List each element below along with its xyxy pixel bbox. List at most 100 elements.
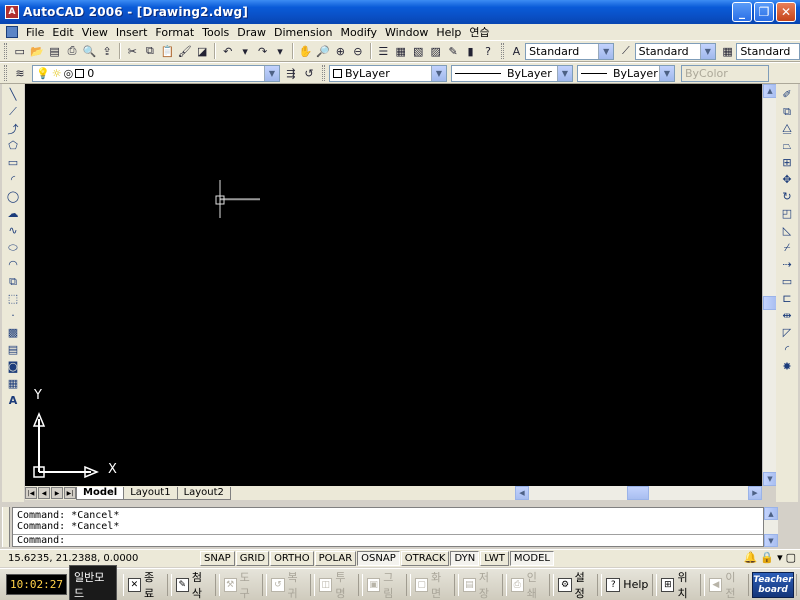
- zoom-previous-icon[interactable]: ⊖: [350, 43, 365, 59]
- position-button[interactable]: ⊞ 위치: [656, 571, 702, 600]
- coordinate-readout[interactable]: 15.6235, 21.2388, 0.0000: [0, 553, 200, 564]
- layer-previous-icon[interactable]: ↺: [301, 65, 317, 81]
- block-editor-icon[interactable]: ◪: [195, 43, 210, 59]
- menu-insert[interactable]: Insert: [112, 26, 152, 39]
- toolbar-grip[interactable]: [4, 65, 7, 81]
- paste-icon[interactable]: 📋: [160, 43, 175, 59]
- dyn-toggle[interactable]: DYN: [450, 551, 480, 566]
- layer-combo[interactable]: 💡 ☼ ◎ 0 ▼: [32, 64, 280, 82]
- vertical-scrollbar[interactable]: ▲ ▼: [762, 84, 777, 486]
- lock-icon[interactable]: 🔒: [760, 551, 774, 564]
- design-center-icon[interactable]: ▦: [393, 43, 408, 59]
- chevron-down-icon[interactable]: ▼: [557, 65, 572, 81]
- copy-icon[interactable]: ⧉: [142, 43, 157, 59]
- insert-block-icon[interactable]: ⧉: [4, 273, 22, 290]
- save-icon[interactable]: ▤: [47, 43, 62, 59]
- help-button[interactable]: ? Help: [601, 573, 654, 596]
- tab-model[interactable]: Model: [76, 486, 125, 500]
- grid-toggle[interactable]: GRID: [235, 551, 270, 566]
- command-scrollbar[interactable]: ▲ ▼: [764, 507, 778, 547]
- menu-window[interactable]: Window: [381, 26, 432, 39]
- table-style-icon[interactable]: ▦: [720, 43, 735, 59]
- otrack-toggle[interactable]: OTRACK: [400, 551, 450, 566]
- drawing-canvas[interactable]: Y X: [25, 84, 762, 486]
- menu-edit[interactable]: Edit: [48, 26, 77, 39]
- rotate-icon[interactable]: ↻: [778, 188, 796, 205]
- publish-icon[interactable]: ⇪: [99, 43, 114, 59]
- settings-button[interactable]: ⚙ 설정: [553, 571, 599, 600]
- cut-icon[interactable]: ✂: [125, 43, 140, 59]
- menu-draw[interactable]: Draw: [233, 26, 270, 39]
- status-menu-icon[interactable]: ▾: [777, 551, 783, 564]
- multiline-text-icon[interactable]: A: [4, 392, 22, 409]
- explode-icon[interactable]: ✸: [778, 358, 796, 375]
- point-icon[interactable]: ·: [4, 307, 22, 324]
- toolbar-grip[interactable]: [4, 43, 7, 59]
- prev-tab-icon[interactable]: ◀: [38, 487, 50, 499]
- ortho-toggle[interactable]: ORTHO: [270, 551, 314, 566]
- arc-icon[interactable]: ◜: [4, 171, 22, 188]
- plot-icon[interactable]: ⎙: [64, 43, 79, 59]
- close-button[interactable]: ✕: [776, 2, 796, 22]
- help-icon[interactable]: ?: [480, 43, 495, 59]
- scroll-up-icon[interactable]: ▲: [763, 84, 777, 98]
- maximize-button[interactable]: ❐: [754, 2, 774, 22]
- annotate-button[interactable]: ✎ 첨삭: [170, 571, 216, 600]
- redo-dropdown-icon[interactable]: ▾: [272, 43, 287, 59]
- communication-center-icon[interactable]: 🔔: [744, 551, 758, 564]
- make-block-icon[interactable]: ⬚: [4, 290, 22, 307]
- new-file-icon[interactable]: ▭: [12, 43, 27, 59]
- vertical-scroll-thumb[interactable]: [763, 296, 777, 310]
- save-button[interactable]: ▤ 저장: [457, 571, 503, 600]
- first-tab-icon[interactable]: |◀: [25, 487, 37, 499]
- extend-icon[interactable]: ⇢: [778, 256, 796, 273]
- transparent-button[interactable]: ◫ 투명: [314, 571, 360, 600]
- picture-button[interactable]: ▣ 그림: [362, 571, 407, 600]
- copy-object-icon[interactable]: ⧉: [778, 103, 796, 120]
- break-icon[interactable]: ⊏: [778, 290, 796, 307]
- scroll-down-icon[interactable]: ▼: [763, 472, 777, 486]
- rectangle-icon[interactable]: ▭: [4, 154, 22, 171]
- move-icon[interactable]: ✥: [778, 171, 796, 188]
- tab-layout2[interactable]: Layout2: [176, 486, 231, 500]
- command-window-grip[interactable]: [2, 507, 10, 547]
- menu-modify[interactable]: Modify: [337, 26, 381, 39]
- screen-button[interactable]: ▢ 화면: [409, 571, 455, 600]
- pan-icon[interactable]: ✋: [298, 43, 313, 59]
- next-tab-icon[interactable]: ▶: [51, 487, 63, 499]
- markup-icon[interactable]: ✎: [445, 43, 460, 59]
- title-bar[interactable]: A AutoCAD 2006 - [Drawing2.dwg] _ ❐ ✕: [0, 0, 800, 24]
- exit-button[interactable]: ✕ 종료: [122, 571, 168, 600]
- ellipse-arc-icon[interactable]: ◠: [4, 256, 22, 273]
- menu-file[interactable]: File: [22, 26, 48, 39]
- linetype-combo[interactable]: ByLayer ▼: [451, 64, 573, 82]
- make-layer-current-icon[interactable]: ⇶: [283, 65, 299, 81]
- undo-dropdown-icon[interactable]: ▾: [237, 43, 252, 59]
- clean-screen-icon[interactable]: ▢: [786, 551, 796, 564]
- text-style-icon[interactable]: A: [509, 43, 524, 59]
- scroll-up-icon[interactable]: ▲: [764, 507, 778, 520]
- mode-button[interactable]: 일반모드: [68, 564, 117, 600]
- lineweight-combo[interactable]: ByLayer ▼: [577, 64, 675, 82]
- scroll-down-icon[interactable]: ▼: [764, 534, 778, 547]
- menu-format[interactable]: Format: [151, 26, 198, 39]
- mirror-icon[interactable]: ⧋: [778, 120, 796, 137]
- tool-palettes-icon[interactable]: ▧: [410, 43, 425, 59]
- chamfer-icon[interactable]: ◸: [778, 324, 796, 341]
- polygon-icon[interactable]: ⬠: [4, 137, 22, 154]
- construction-line-icon[interactable]: ⟋: [4, 103, 22, 120]
- scroll-right-icon[interactable]: ▶: [748, 486, 762, 500]
- restore-button[interactable]: ↺ 복귀: [266, 571, 312, 600]
- circle-icon[interactable]: ◯: [4, 188, 22, 205]
- sheet-set-icon[interactable]: ▨: [428, 43, 443, 59]
- document-icon[interactable]: [6, 26, 18, 38]
- calculator-icon[interactable]: ▮: [463, 43, 478, 59]
- menu-help[interactable]: Help: [432, 26, 465, 39]
- print-button[interactable]: ⎙ 인쇄: [505, 571, 551, 600]
- break-at-point-icon[interactable]: ▭: [778, 273, 796, 290]
- last-tab-icon[interactable]: ▶|: [64, 487, 76, 499]
- minimize-button[interactable]: _: [732, 2, 752, 22]
- text-style-combo[interactable]: Standard ▼: [525, 42, 615, 60]
- command-input[interactable]: Command:: [13, 534, 763, 546]
- zoom-window-icon[interactable]: ⊕: [333, 43, 348, 59]
